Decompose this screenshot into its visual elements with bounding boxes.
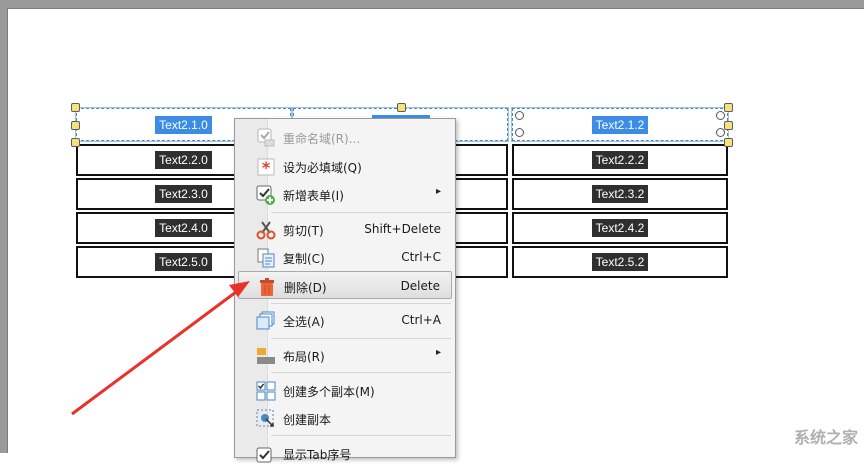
watermark-text: 系统之家 — [793, 428, 858, 447]
annotation-arrow — [71, 281, 250, 416]
